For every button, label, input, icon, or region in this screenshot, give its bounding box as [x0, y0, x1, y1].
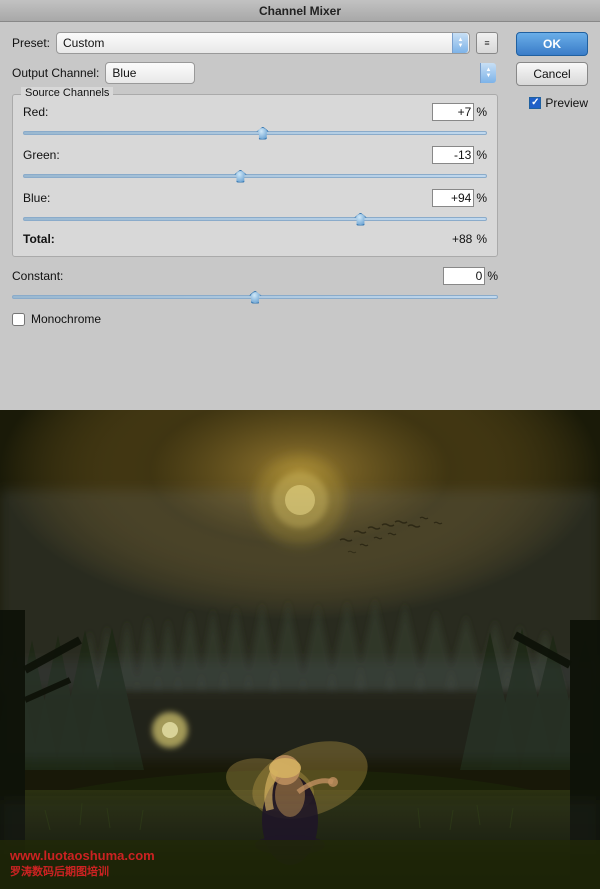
constant-value-input[interactable]: [443, 267, 485, 285]
preview-row: ✓ Preview: [529, 96, 588, 110]
green-label-row: Green: %: [23, 146, 487, 164]
dialog-left: Preset: Custom Default ≡ Output Channel:: [12, 32, 498, 326]
monochrome-label: Monochrome: [31, 312, 101, 326]
total-value: +88: [452, 232, 472, 246]
output-channel-label: Output Channel:: [12, 66, 99, 80]
dialog-body: Preset: Custom Default ≡ Output Channel:: [0, 22, 600, 336]
preset-menu-button[interactable]: ≡: [476, 32, 498, 54]
red-label: Red:: [23, 105, 48, 119]
total-label: Total:: [23, 232, 55, 246]
watermark: www.luotaoshuma.com 罗涛数码后期图培训: [10, 848, 155, 879]
red-label-row: Red: %: [23, 103, 487, 121]
preset-label: Preset:: [12, 36, 50, 50]
preset-select[interactable]: Custom Default: [56, 32, 470, 54]
blue-value-wrapper: %: [432, 189, 487, 207]
dialog-titlebar: Channel Mixer: [0, 0, 600, 22]
channel-mixer-dialog: Channel Mixer Preset: Custom Default ≡: [0, 0, 600, 410]
dialog-right: OK Cancel ✓ Preview: [508, 32, 588, 326]
monochrome-checkbox[interactable]: [12, 313, 25, 326]
output-channel-select[interactable]: Red Green Blue: [105, 62, 195, 84]
cancel-button[interactable]: Cancel: [516, 62, 588, 86]
preset-select-wrapper: Custom Default: [56, 32, 470, 54]
preview-label: Preview: [545, 96, 588, 110]
total-value-wrapper: +88 %: [452, 232, 487, 246]
checkmark-icon: ✓: [531, 98, 539, 108]
blue-label-row: Blue: %: [23, 189, 487, 207]
red-pct: %: [476, 105, 487, 119]
total-pct: %: [476, 232, 487, 246]
watermark-url: www.luotaoshuma.com: [10, 848, 155, 863]
ok-button[interactable]: OK: [516, 32, 588, 56]
source-channels-box: Source Channels Red: % Green:: [12, 94, 498, 257]
green-slider-row: Green: %: [23, 146, 487, 181]
blue-value-input[interactable]: [432, 189, 474, 207]
blue-slider-row: Blue: %: [23, 189, 487, 224]
blue-slider[interactable]: [23, 217, 487, 221]
output-channel-select-wrapper: Red Green Blue: [105, 62, 498, 84]
constant-label-row: Constant: %: [12, 267, 498, 285]
red-value-wrapper: %: [432, 103, 487, 121]
blue-pct: %: [476, 191, 487, 205]
green-pct: %: [476, 148, 487, 162]
red-slider[interactable]: [23, 131, 487, 135]
preset-menu-icon: ≡: [484, 38, 489, 48]
green-value-input[interactable]: [432, 146, 474, 164]
output-channel-arrows: [480, 63, 496, 83]
constant-section: Constant: %: [12, 267, 498, 302]
red-slider-row: Red: %: [23, 103, 487, 138]
constant-label: Constant:: [12, 269, 63, 283]
constant-slider[interactable]: [12, 295, 498, 299]
constant-value-wrapper: %: [443, 267, 498, 285]
preset-row: Preset: Custom Default ≡: [12, 32, 498, 54]
total-row: Total: +88 %: [23, 232, 487, 246]
green-value-wrapper: %: [432, 146, 487, 164]
output-channel-row: Output Channel: Red Green Blue: [12, 62, 498, 84]
green-slider[interactable]: [23, 174, 487, 178]
source-channels-legend: Source Channels: [21, 87, 113, 99]
blue-label: Blue:: [23, 191, 50, 205]
background-image: www.luotaoshuma.com 罗涛数码后期图培训: [0, 410, 600, 889]
red-value-input[interactable]: [432, 103, 474, 121]
green-label: Green:: [23, 148, 60, 162]
scene-svg: [0, 410, 600, 889]
monochrome-row: Monochrome: [12, 312, 498, 326]
constant-pct: %: [487, 269, 498, 283]
dialog-title: Channel Mixer: [259, 4, 341, 18]
watermark-text: 罗涛数码后期图培训: [10, 863, 155, 879]
preview-checkbox[interactable]: ✓: [529, 97, 541, 109]
